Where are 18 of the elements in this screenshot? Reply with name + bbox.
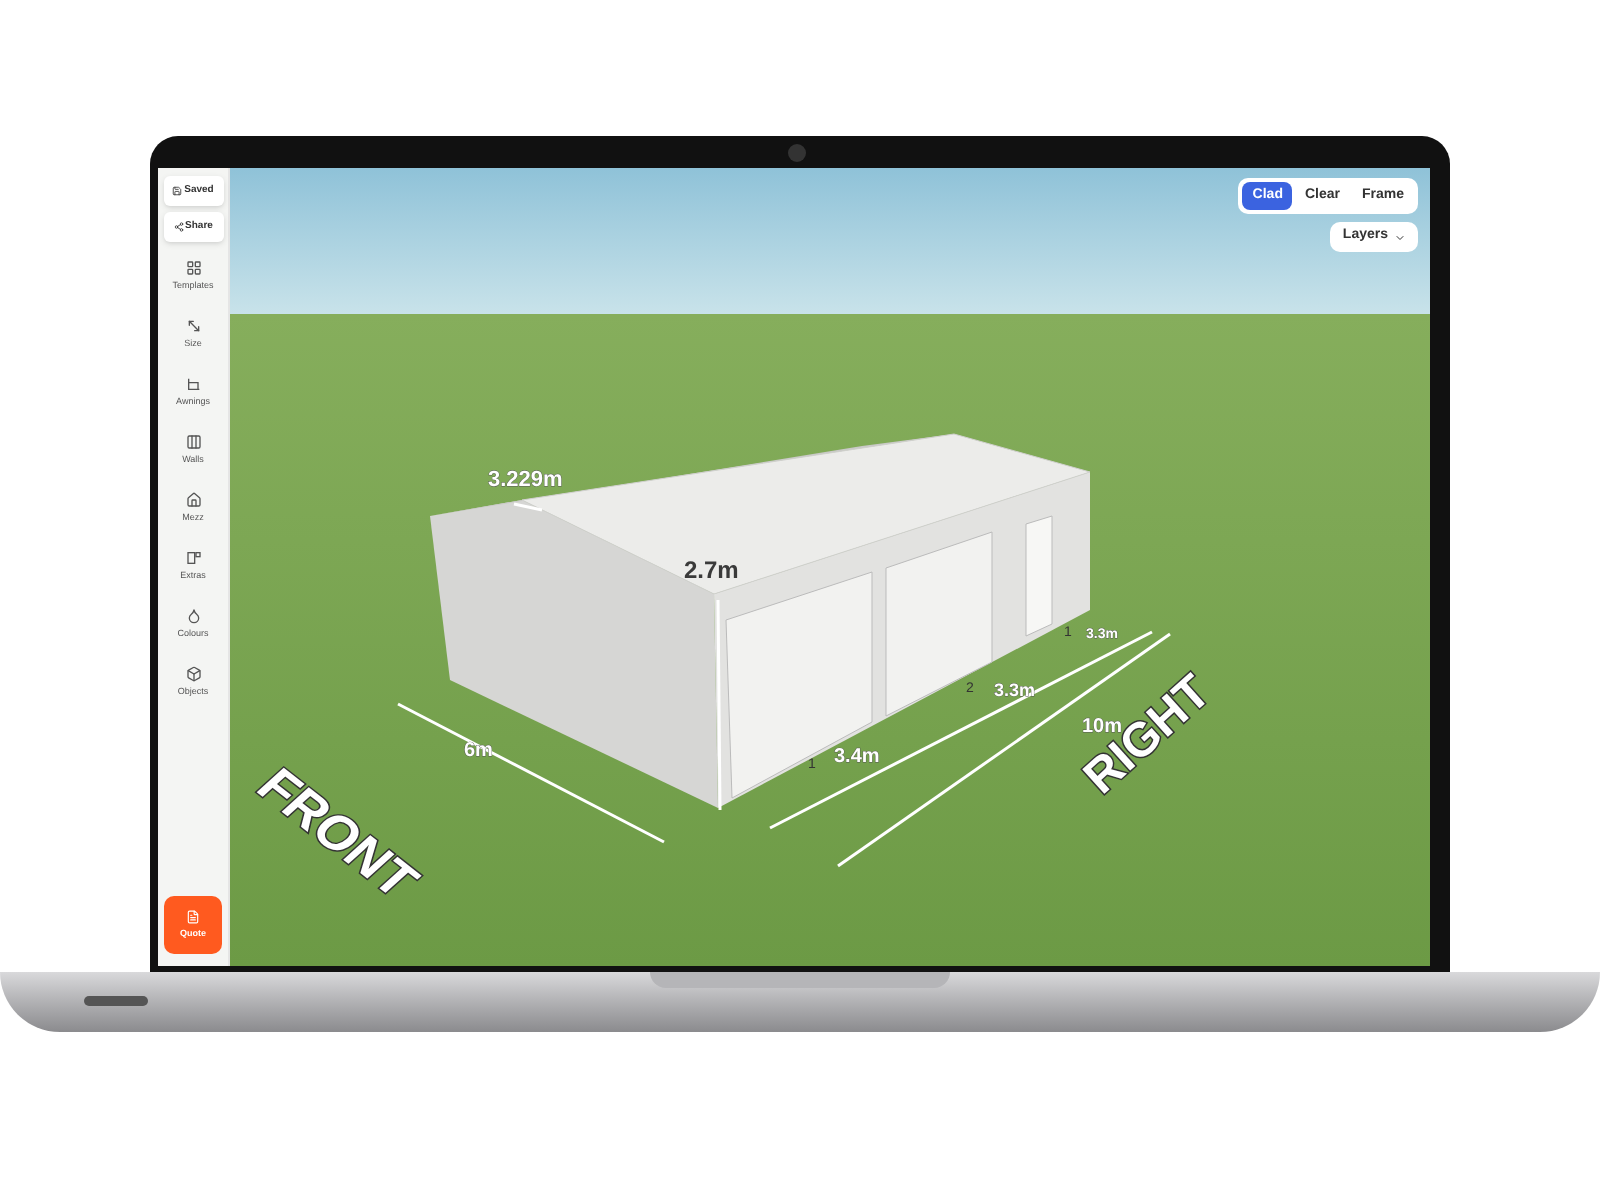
- diagonal-arrow-icon: [185, 317, 201, 334]
- panel-icon: [185, 549, 201, 566]
- droplet-icon: [185, 607, 201, 624]
- dimension-label: 3.4m: [834, 746, 880, 768]
- share-icon: [173, 222, 184, 232]
- wall-panels-icon: [185, 433, 201, 450]
- grid-icon: [185, 259, 201, 276]
- save-icon: [172, 186, 183, 196]
- document-icon: [186, 909, 200, 924]
- house-icon: [185, 491, 201, 508]
- dimension-label: 3.3m: [994, 680, 1036, 700]
- box-icon: [185, 665, 201, 682]
- dimension-label: 3.229m: [488, 468, 563, 492]
- chevron-down-icon: [1394, 231, 1406, 243]
- dimension-label: 2.7m: [684, 556, 739, 584]
- awning-icon: [185, 375, 201, 392]
- webcam-icon: [788, 144, 806, 162]
- dimension-label: 6m: [464, 740, 493, 762]
